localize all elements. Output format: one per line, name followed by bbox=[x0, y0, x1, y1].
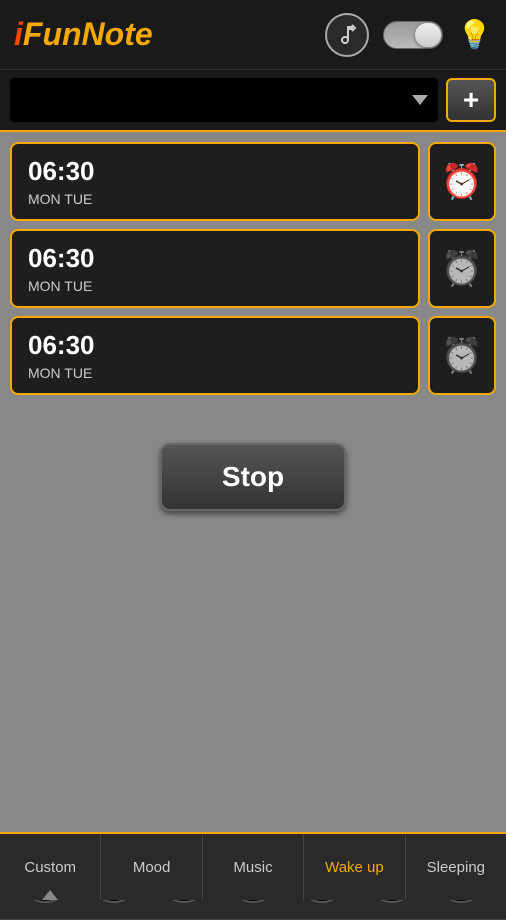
stop-area: Stop bbox=[10, 403, 496, 541]
tab-mood-label: Mood bbox=[133, 859, 171, 876]
alarm-clock-icon-3: ⏰ bbox=[441, 336, 483, 376]
toggle-switch[interactable] bbox=[383, 21, 443, 49]
alarm-clock-icon-2: ⏰ bbox=[441, 249, 483, 289]
tab-sleeping-label: Sleeping bbox=[427, 859, 485, 876]
alarm-time-2: 06:30 bbox=[28, 243, 402, 274]
tab-mood[interactable]: Mood bbox=[101, 834, 202, 900]
main-content: 06:30 MON TUE ⏰ 06:30 MON TUE ⏰ 06:30 MO… bbox=[0, 132, 506, 834]
alarm-info-1[interactable]: 06:30 MON TUE bbox=[10, 142, 420, 221]
dropdown-bar: + bbox=[0, 70, 506, 132]
alarm-toggle-2[interactable]: ⏰ bbox=[428, 229, 496, 308]
alarms-list: 06:30 MON TUE ⏰ 06:30 MON TUE ⏰ 06:30 MO… bbox=[0, 132, 506, 551]
alarm-days-3: MON TUE bbox=[28, 365, 402, 381]
app-logo: iFunNote bbox=[14, 16, 153, 53]
alarm-days-2: MON TUE bbox=[28, 278, 402, 294]
alarm-item-1: 06:30 MON TUE ⏰ bbox=[10, 142, 496, 221]
toggle-knob bbox=[415, 23, 441, 47]
tab-music[interactable]: Music bbox=[203, 834, 304, 900]
header: iFunNote 💡 bbox=[0, 0, 506, 70]
bottom-tabs: Custom Mood Music Wake up Sleeping bbox=[0, 832, 506, 900]
alarm-info-2[interactable]: 06:30 MON TUE bbox=[10, 229, 420, 308]
alarm-time-1: 06:30 bbox=[28, 156, 402, 187]
header-icons: 💡 bbox=[325, 13, 492, 57]
alarm-days-1: MON TUE bbox=[28, 191, 402, 207]
alarm-toggle-1[interactable]: ⏰ bbox=[428, 142, 496, 221]
alarm-clock-icon-1: ⏰ bbox=[441, 162, 483, 202]
alarm-info-3[interactable]: 06:30 MON TUE bbox=[10, 316, 420, 395]
alarm-item-2: 06:30 MON TUE ⏰ bbox=[10, 229, 496, 308]
alarm-time-3: 06:30 bbox=[28, 330, 402, 361]
dropdown-arrow-icon bbox=[412, 95, 428, 105]
logo-rest: FunNote bbox=[23, 16, 153, 52]
stop-button[interactable]: Stop bbox=[160, 443, 346, 511]
tab-wakeup[interactable]: Wake up bbox=[304, 834, 405, 900]
song-dropdown[interactable] bbox=[10, 78, 438, 122]
logo-i: i bbox=[14, 16, 23, 52]
tab-sleeping[interactable]: Sleeping bbox=[406, 834, 506, 900]
add-alarm-button[interactable]: + bbox=[446, 78, 496, 122]
tab-wakeup-label: Wake up bbox=[325, 859, 384, 876]
alarm-toggle-3[interactable]: ⏰ bbox=[428, 316, 496, 395]
music-repeat-icon[interactable] bbox=[325, 13, 369, 57]
tab-custom-label: Custom bbox=[24, 859, 76, 876]
alarm-item-3: 06:30 MON TUE ⏰ bbox=[10, 316, 496, 395]
tab-music-label: Music bbox=[233, 859, 272, 876]
bulb-icon[interactable]: 💡 bbox=[457, 18, 492, 51]
tab-custom[interactable]: Custom bbox=[0, 834, 101, 900]
